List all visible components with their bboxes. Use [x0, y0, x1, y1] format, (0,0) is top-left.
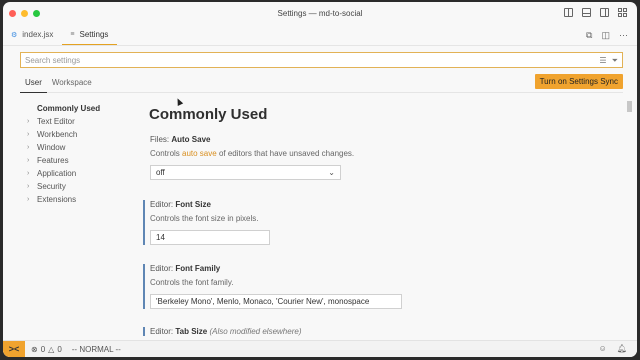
- toc-label: Window: [37, 143, 66, 152]
- window-title: Settings — md-to-social: [277, 8, 363, 18]
- auto-save-select[interactable]: off ⌄: [150, 165, 341, 180]
- setting-tab-size: Editor: Tab Size (Also modified elsewher…: [143, 327, 623, 336]
- window-controls: [9, 10, 40, 17]
- settings-editor: Commonly Used Files: Auto Save Controls …: [143, 95, 623, 340]
- toc-label: Application: [37, 169, 77, 178]
- toc-label: Text Editor: [37, 117, 75, 126]
- warning-icon: △: [48, 344, 55, 354]
- tab-actions: ⧉ ◫ ⋯: [586, 30, 628, 41]
- problems-indicator[interactable]: ⊗ 0 △ 0: [31, 345, 62, 354]
- notifications-icon[interactable]: 🔔︎: [617, 344, 627, 353]
- editor-tabs: ⚙ index.jsx ≡ Settings ⧉ ◫ ⋯: [3, 24, 637, 46]
- setting-description: Controls the font size in pixels.: [150, 214, 259, 223]
- customize-layout-icon[interactable]: [618, 8, 627, 17]
- filter-icon[interactable]: ⏷: [612, 56, 618, 66]
- gear-icon: ⚙: [11, 31, 18, 39]
- auto-save-link[interactable]: auto save: [182, 149, 217, 158]
- setting-title: Files: Auto Save: [150, 135, 211, 144]
- toc-item-workbench[interactable]: › Workbench: [27, 128, 127, 141]
- toc-label: Features: [37, 156, 69, 165]
- chevron-right-icon: ›: [27, 118, 30, 125]
- setting-font-size: Editor: Font Size Controls the font size…: [143, 200, 623, 245]
- setting-font-family: Editor: Font Family Controls the font fa…: [143, 264, 623, 309]
- tab-index-jsx[interactable]: ⚙ index.jsx: [3, 24, 62, 45]
- settings-toc: Commonly Used › Text Editor › Workbench › W…: [27, 102, 127, 206]
- toc-label: Security: [37, 182, 66, 191]
- status-bar: >< ⊗ 0 △ 0 -- NORMAL -- ☺ 🔔︎: [3, 340, 637, 357]
- setting-title: Editor: Tab Size (Also modified elsewher…: [150, 327, 302, 336]
- toggle-sidebar-icon[interactable]: [564, 8, 573, 17]
- font-family-input[interactable]: 'Berkeley Mono', Menlo, Monaco, 'Courier…: [150, 294, 402, 309]
- setting-title: Editor: Font Size: [150, 200, 211, 209]
- setting-description: Controls auto save of editors that have …: [150, 149, 355, 158]
- toc-item-security[interactable]: › Security: [27, 180, 127, 193]
- title-bar: Settings — md-to-social: [3, 2, 637, 24]
- layout-controls: [564, 8, 627, 17]
- toc-item-window[interactable]: › Window: [27, 141, 127, 154]
- chevron-right-icon: ›: [27, 144, 30, 151]
- section-title: Commonly Used: [149, 106, 268, 123]
- more-actions-icon[interactable]: ⋯: [619, 30, 628, 41]
- status-right: ☺ 🔔︎: [599, 344, 627, 353]
- vim-mode: -- NORMAL --: [71, 344, 121, 354]
- chevron-right-icon: ›: [27, 131, 30, 138]
- split-editor-icon[interactable]: ◫: [601, 30, 610, 41]
- toc-item-extensions[interactable]: › Extensions: [27, 193, 127, 206]
- clear-search-icon[interactable]: ☰: [599, 56, 606, 66]
- setting-title: Editor: Font Family: [150, 264, 221, 273]
- copilot-icon[interactable]: ☺: [599, 344, 607, 353]
- minimize-window-button[interactable]: [21, 10, 28, 17]
- font-size-input[interactable]: 14: [150, 230, 270, 245]
- open-settings-json-icon[interactable]: ⧉: [586, 30, 592, 41]
- tab-workspace[interactable]: Workspace: [47, 73, 97, 93]
- toc-item-application[interactable]: › Application: [27, 167, 127, 180]
- chevron-right-icon: ›: [27, 196, 30, 203]
- search-actions: ☰ ⏷: [599, 56, 618, 66]
- settings-file-icon: ≡: [70, 30, 75, 38]
- chevron-right-icon: ›: [27, 183, 30, 190]
- error-icon: ⊗: [31, 344, 38, 354]
- tab-label: Settings: [79, 29, 109, 39]
- remote-indicator[interactable]: ><: [3, 340, 25, 357]
- toc-item-text-editor[interactable]: › Text Editor: [27, 115, 127, 128]
- app-window: Settings — md-to-social ⚙ index.jsx ≡ Se…: [3, 2, 637, 357]
- setting-auto-save: Files: Auto Save Controls auto save of e…: [143, 135, 623, 180]
- settings-sync-button[interactable]: Turn on Settings Sync: [534, 74, 623, 89]
- toc-item-features[interactable]: › Features: [27, 154, 127, 167]
- settings-scope-tabs: User Workspace Turn on Settings Sync: [20, 73, 623, 93]
- chevron-right-icon: ›: [27, 170, 30, 177]
- tab-label: index.jsx: [22, 30, 54, 39]
- search-input[interactable]: [21, 53, 581, 67]
- settings-search-box: ☰ ⏷: [20, 52, 623, 68]
- tab-user[interactable]: User: [20, 73, 47, 93]
- toggle-secondary-sidebar-icon[interactable]: [600, 8, 609, 17]
- toc-item-commonly-used[interactable]: Commonly Used: [27, 102, 127, 115]
- toggle-panel-icon[interactable]: [582, 8, 591, 17]
- tab-settings[interactable]: ≡ Settings: [62, 24, 118, 45]
- chevron-down-icon: ⌄: [328, 168, 335, 177]
- setting-description: Controls the font family.: [150, 278, 234, 287]
- modified-elsewhere-note[interactable]: (Also modified elsewhere): [209, 327, 301, 336]
- scrollbar[interactable]: [627, 101, 632, 112]
- toc-label: Workbench: [37, 130, 78, 139]
- chevron-right-icon: ›: [27, 157, 30, 164]
- toc-label: Extensions: [37, 195, 77, 204]
- close-window-button[interactable]: [9, 10, 16, 17]
- maximize-window-button[interactable]: [33, 10, 40, 17]
